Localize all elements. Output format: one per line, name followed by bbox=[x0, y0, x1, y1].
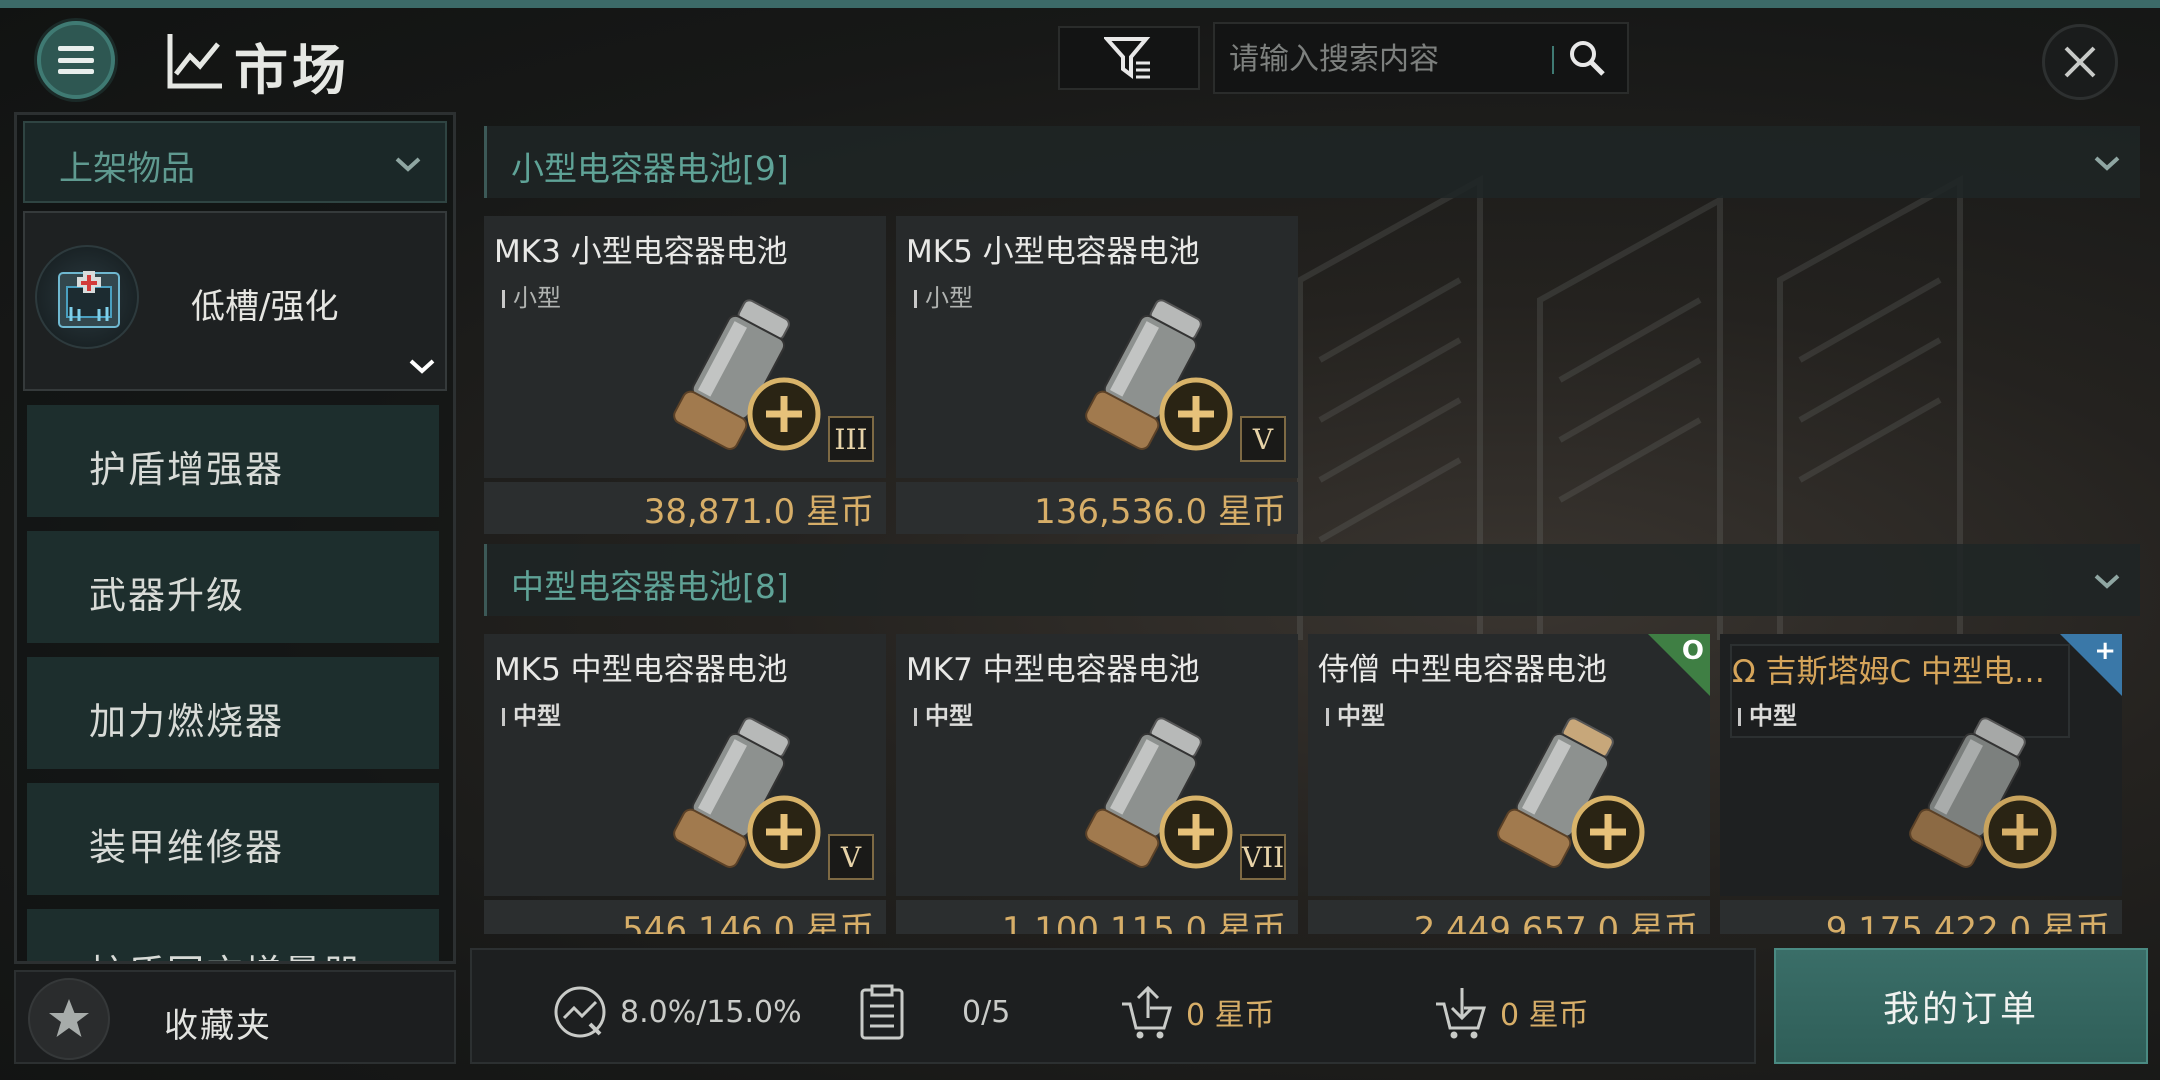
tier-badge: V bbox=[1240, 416, 1286, 462]
capacitor-battery-icon bbox=[1085, 717, 1233, 869]
close-button[interactable] bbox=[2042, 24, 2118, 100]
price-bar: 136,536.0 星币 bbox=[896, 482, 1298, 534]
search-separator bbox=[1552, 46, 1554, 74]
price-bar: 546,146.0 星币 bbox=[484, 900, 886, 934]
category-label: 低槽/强化 bbox=[191, 287, 339, 327]
price-bar: 1,100,115.0 星币 bbox=[896, 900, 1298, 934]
cart-buy-icon bbox=[1436, 988, 1487, 1039]
bottom-status-bar: 8.0%/15.0% 0/5 0 星币 0 星币 bbox=[470, 948, 1756, 1064]
orders-count: 0/5 bbox=[962, 994, 1011, 1030]
capacitor-battery-icon bbox=[1497, 717, 1645, 869]
listing-panel: 小型电容器电池[9] MK3 小型电容器电池 小型 III 38,871.0 星… bbox=[470, 112, 2146, 934]
cart-sell-icon bbox=[1122, 985, 1173, 1039]
item-card[interactable]: MK7 中型电容器电池 中型 VII 1,100,115.0 星币 bbox=[896, 634, 1298, 934]
item-name: MK5 中型电容器电池 bbox=[494, 652, 788, 688]
my-orders-label: 我的订单 bbox=[1882, 989, 2039, 1030]
menu-button[interactable] bbox=[37, 21, 115, 99]
item-name: MK5 小型电容器电池 bbox=[906, 234, 1200, 270]
sidebar-item-shield-booster[interactable]: 护盾增强器 bbox=[27, 405, 439, 517]
item-price: 2,449,657.0 星币 bbox=[1413, 910, 1698, 934]
sidebar-item-shield-recharger[interactable]: 护盾回充增量器 bbox=[27, 909, 439, 961]
sidebar-item-label: 装甲维修器 bbox=[89, 826, 284, 869]
sidebar-item-label: 加力燃烧器 bbox=[89, 700, 284, 743]
item-name: MK7 中型电容器电池 bbox=[906, 652, 1200, 688]
tier-badge: VII bbox=[1240, 834, 1286, 880]
item-size-tag: 中型 bbox=[914, 696, 973, 731]
chevron-down-icon bbox=[395, 157, 421, 172]
price-bar: 2,449,657.0 星币 bbox=[1308, 900, 1710, 934]
favorites-label: 收藏夹 bbox=[164, 1006, 272, 1046]
search-icon[interactable] bbox=[1567, 38, 1609, 80]
tier-badge: V bbox=[828, 834, 874, 880]
item-card[interactable]: MK3 小型电容器电池 小型 III 38,871.0 星币 bbox=[484, 216, 886, 534]
sidebar-item-weapon-upgrade[interactable]: 武器升级 bbox=[27, 531, 439, 643]
filter-button[interactable] bbox=[1058, 26, 1200, 90]
chevron-down-icon bbox=[409, 359, 435, 374]
search-box bbox=[1213, 22, 1629, 94]
filter-icon bbox=[1104, 37, 1151, 79]
item-size-tag: 中型 bbox=[502, 696, 561, 731]
tax-rate-value: 8.0%/15.0% bbox=[620, 994, 802, 1030]
price-bar: 9,175,422.0 星币 bbox=[1720, 900, 2122, 934]
close-icon bbox=[2064, 46, 2096, 78]
item-name: MK3 小型电容器电池 bbox=[494, 234, 788, 270]
sell-total-value: 0 星币 bbox=[1186, 998, 1275, 1033]
buy-total-stat: 0 星币 bbox=[1434, 984, 1589, 1040]
listing-dropdown[interactable]: 上架物品 bbox=[23, 121, 447, 203]
capacitor-battery-icon bbox=[673, 299, 821, 451]
market-chart-icon bbox=[167, 34, 222, 89]
sell-total-stat: 0 星币 bbox=[1120, 984, 1275, 1040]
sidebar-item-afterburner[interactable]: 加力燃烧器 bbox=[27, 657, 439, 769]
item-price: 9,175,422.0 星币 bbox=[1825, 910, 2110, 934]
page-title: 市场 bbox=[234, 39, 350, 102]
item-size-tag: 中型 bbox=[1738, 696, 1797, 731]
tax-rate-stat: 8.0%/15.0% bbox=[552, 984, 802, 1040]
group-title: 小型电容器电池[9] bbox=[511, 149, 789, 188]
group-title: 中型电容器电池[8] bbox=[511, 567, 789, 606]
item-card[interactable]: O 侍僧 中型电容器电池 中型 2,449,657.0 星币 bbox=[1308, 634, 1710, 934]
search-input[interactable] bbox=[1229, 34, 1549, 84]
orders-stat: 0/5 bbox=[858, 984, 1010, 1040]
star-icon bbox=[28, 978, 110, 1060]
buy-total-value: 0 星币 bbox=[1500, 998, 1589, 1033]
group-header-medium[interactable]: 中型电容器电池[8] bbox=[484, 544, 2140, 616]
chevron-down-icon bbox=[2094, 156, 2120, 171]
item-price: 38,871.0 星币 bbox=[643, 492, 874, 532]
sidebar-item-label: 护盾增强器 bbox=[89, 448, 284, 491]
capacitor-battery-icon bbox=[1085, 299, 1233, 451]
item-name: 侍僧 中型电容器电池 bbox=[1318, 652, 1607, 688]
price-bar: 38,871.0 星币 bbox=[484, 482, 886, 534]
sidebar-item-armor-repairer[interactable]: 装甲维修器 bbox=[27, 783, 439, 895]
capacitor-battery-icon bbox=[1909, 717, 2057, 869]
item-price: 1,100,115.0 星币 bbox=[1001, 910, 1286, 934]
category-low-slot[interactable]: 低槽/强化 bbox=[23, 211, 447, 391]
tier-badge: III bbox=[828, 416, 874, 462]
favorites-button[interactable]: 收藏夹 bbox=[14, 970, 456, 1064]
tax-chart-icon bbox=[554, 986, 606, 1038]
item-size-tag: 小型 bbox=[502, 278, 561, 313]
sidebar-item-label: 护盾回充增量器 bbox=[89, 943, 362, 961]
module-icon bbox=[35, 245, 139, 349]
faction-mark: O bbox=[1681, 636, 1704, 666]
listing-dropdown-label: 上架物品 bbox=[59, 149, 195, 189]
faction-mark: + bbox=[2094, 636, 2116, 666]
item-size-tag: 中型 bbox=[1326, 696, 1385, 731]
menu-icon bbox=[58, 46, 94, 74]
sidebar-item-label: 武器升级 bbox=[89, 574, 245, 617]
item-card[interactable]: + Ω 吉斯塔姆C 中型电容... 中型 9,175,422.0 星币 bbox=[1720, 634, 2122, 934]
item-card[interactable]: MK5 小型电容器电池 小型 V 136,536.0 星币 bbox=[896, 216, 1298, 534]
item-price: 136,536.0 星币 bbox=[1034, 492, 1286, 532]
capacitor-battery-icon bbox=[673, 717, 821, 869]
top-accent-line bbox=[0, 0, 2160, 8]
my-orders-button[interactable]: 我的订单 bbox=[1774, 948, 2148, 1064]
item-card[interactable]: MK5 中型电容器电池 中型 V 546,146.0 星币 bbox=[484, 634, 886, 934]
group-header-small[interactable]: 小型电容器电池[9] bbox=[484, 126, 2140, 198]
item-size-tag: 小型 bbox=[914, 278, 973, 313]
item-price: 546,146.0 星币 bbox=[622, 910, 874, 934]
category-sidebar: 上架物品 低槽/强化 护盾增强器 武器升级 加力燃烧器 装甲维修器 护盾回充增量… bbox=[14, 112, 456, 964]
clipboard-icon bbox=[860, 984, 904, 1040]
chevron-down-icon bbox=[2094, 574, 2120, 589]
